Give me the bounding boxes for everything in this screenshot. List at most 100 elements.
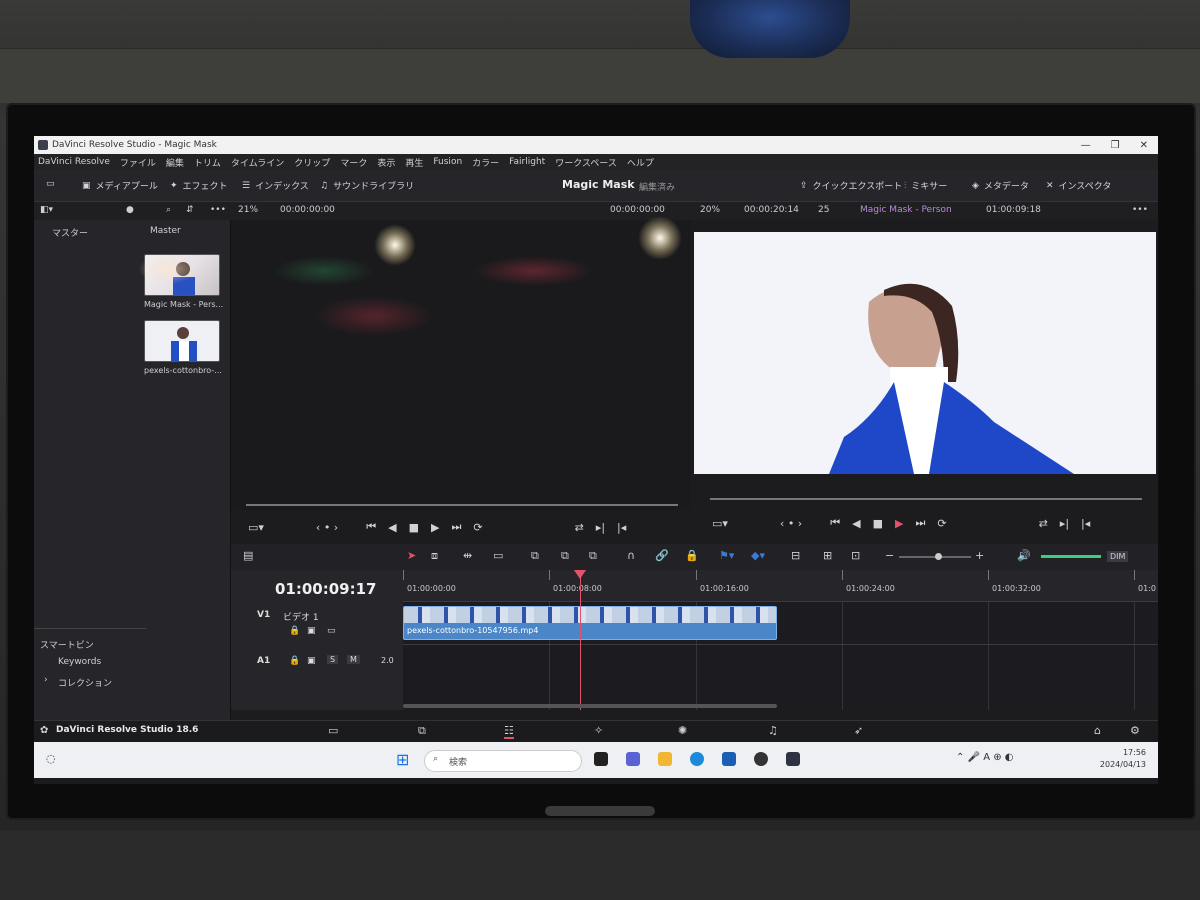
zoom-full-icon[interactable]: ⊟ <box>791 549 800 562</box>
menu-fairlight[interactable]: Fairlight <box>509 157 545 167</box>
track-visibility-icon[interactable]: ▭ <box>327 626 336 636</box>
mark-out-icon[interactable]: ▸| <box>596 521 605 534</box>
source-scrub-bar[interactable] <box>246 504 678 506</box>
source-zoom[interactable]: 21% <box>238 205 258 215</box>
menu-color[interactable]: カラー <box>472 156 499 169</box>
mark-in-icon[interactable]: |◂ <box>617 521 626 534</box>
mixer-button[interactable]: ⫶ ミキサー <box>904 179 947 193</box>
deliver-page-icon[interactable]: ➶ <box>854 724 863 737</box>
minimize-button[interactable]: — <box>1081 140 1091 151</box>
davinci-taskbar-icon[interactable] <box>786 752 800 766</box>
timeline-scrollbar[interactable] <box>403 704 777 708</box>
clip-thumbnail[interactable] <box>144 254 220 296</box>
play-icon[interactable]: ▶ <box>431 521 439 534</box>
stop-icon[interactable]: ■ <box>409 521 419 534</box>
fairlight-page-icon[interactable]: ♫ <box>768 724 778 737</box>
video-clip[interactable]: pexels-cottonbro-10547956.mp4 <box>403 606 777 640</box>
cut-page-icon[interactable]: ⧉ <box>418 724 426 738</box>
overwrite-icon[interactable]: ⧉ <box>561 549 569 563</box>
media-pool-button[interactable]: ▣ メディアプール <box>82 179 158 193</box>
v1-track-name[interactable]: ビデオ 1 <box>283 610 319 623</box>
loop-icon[interactable]: ⟳ <box>473 521 482 534</box>
color-page-icon[interactable]: ✺ <box>678 724 687 737</box>
skip-forward-icon[interactable]: ⏭ <box>915 516 925 530</box>
jog-icon[interactable]: ‹ • › <box>316 521 338 534</box>
close-button[interactable]: ✕ <box>1140 140 1148 151</box>
search-icon[interactable]: ⌕ <box>166 205 171 215</box>
match-frame-icon[interactable]: ⇄ <box>575 521 584 534</box>
loop-icon[interactable]: ⟳ <box>937 517 946 530</box>
track-enable-icon[interactable]: ▣ <box>307 626 316 636</box>
home-icon[interactable]: ⌂ <box>1094 724 1101 737</box>
weather-icon[interactable]: ◌ <box>46 752 56 765</box>
crop-icon[interactable]: ▭▾ <box>712 517 728 530</box>
selection-tool-icon[interactable]: ➤ <box>407 549 416 562</box>
zoom-out-icon[interactable]: − <box>885 549 894 562</box>
step-back-icon[interactable]: ◀ <box>852 517 860 530</box>
settings-gear-icon[interactable]: ⚙ <box>1130 724 1140 737</box>
playhead-line[interactable] <box>580 570 581 710</box>
dim-button[interactable]: DIM <box>1107 551 1129 562</box>
task-view-icon[interactable] <box>594 752 608 766</box>
store-icon[interactable] <box>722 752 736 766</box>
inspector-button[interactable]: ✕ インスペクタ <box>1046 179 1111 193</box>
menu-clip[interactable]: クリップ <box>294 156 330 169</box>
zoom-in-icon[interactable]: + <box>975 549 984 562</box>
effects-button[interactable]: ✦ エフェクト <box>170 179 228 193</box>
dynamic-trim-icon[interactable]: ⇹ <box>463 549 472 562</box>
windows-start-icon[interactable]: ⊞ <box>396 750 409 769</box>
keywords-item[interactable]: Keywords <box>58 657 101 667</box>
skip-back-icon[interactable]: ⏮ <box>366 520 376 534</box>
tray-icons[interactable]: ⌃ 🎤 A ⊕ ◐ <box>956 752 1014 763</box>
mark-in-icon[interactable]: |◂ <box>1081 517 1090 530</box>
trim-tool-icon[interactable]: ⧈ <box>431 549 438 563</box>
flag-icon[interactable]: ⚑▾ <box>719 549 734 562</box>
volume-slider[interactable] <box>1041 555 1101 558</box>
quick-export-button[interactable]: ⇪ クイックエクスポート <box>800 179 902 193</box>
clip-thumbnail[interactable] <box>144 320 220 362</box>
snapping-icon[interactable]: ∩ <box>627 549 635 562</box>
menu-davinci[interactable]: DaVinci Resolve <box>38 157 110 167</box>
insert-icon[interactable]: ⧉ <box>531 549 539 563</box>
skip-forward-icon[interactable]: ⏭ <box>451 520 461 534</box>
more-icon[interactable]: ••• <box>210 205 226 215</box>
track-enable-icon[interactable]: ▣ <box>307 656 316 666</box>
track-lock-icon[interactable]: 🔒 <box>289 656 300 666</box>
sort-icon[interactable]: ⇵ <box>186 205 194 215</box>
xbox-icon[interactable] <box>754 752 768 766</box>
timeline-ruler[interactable]: 01:00:00:00 01:00:08:00 01:00:16:00 01:0… <box>403 570 1158 602</box>
playhead-handle[interactable] <box>574 570 586 579</box>
zoom-custom-icon[interactable]: ⊡ <box>851 549 860 562</box>
sound-library-button[interactable]: ♫ サウンドライブラリ <box>320 179 414 193</box>
match-frame-icon[interactable]: ⇄ <box>1039 517 1048 530</box>
metadata-button[interactable]: ◈ メタデータ <box>972 179 1029 193</box>
frame-icon[interactable]: ▭▾ <box>248 521 264 534</box>
options-icon[interactable]: ••• <box>1132 205 1148 215</box>
program-zoom[interactable]: 20% <box>700 205 720 215</box>
zoom-slider-handle[interactable] <box>935 553 942 560</box>
marker-icon[interactable]: ◆▾ <box>751 549 765 562</box>
menu-view[interactable]: 表示 <box>377 156 395 169</box>
system-clock[interactable]: 17:56 2024/04/13 <box>1100 747 1146 771</box>
track-lock-icon[interactable]: 🔒 <box>289 626 300 636</box>
menu-help[interactable]: ヘルプ <box>627 156 654 169</box>
program-scrub-bar[interactable] <box>710 498 1142 500</box>
zoom-detail-icon[interactable]: ⊞ <box>823 549 832 562</box>
edit-page-icon[interactable]: ☷ <box>504 724 514 739</box>
media-page-icon[interactable]: ▭ <box>328 724 338 737</box>
monitor-icon[interactable]: ▭ <box>46 179 55 189</box>
chat-icon[interactable] <box>626 752 640 766</box>
timeline-name[interactable]: Magic Mask - Person <box>860 205 952 215</box>
layout-icon[interactable]: ◧▾ <box>40 205 53 215</box>
file-explorer-icon[interactable] <box>658 752 672 766</box>
timeline-view-icon[interactable]: ▤ <box>243 549 253 562</box>
replace-icon[interactable]: ⧉ <box>589 549 597 563</box>
chevron-right-icon[interactable]: › <box>44 675 48 685</box>
timeline-area[interactable]: 01:00:00:00 01:00:08:00 01:00:16:00 01:0… <box>403 570 1158 710</box>
collection-item[interactable]: コレクション <box>58 676 112 689</box>
blade-tool-icon[interactable]: ▭ <box>493 549 503 562</box>
edge-browser-icon[interactable] <box>690 752 704 766</box>
jog-icon[interactable]: ‹ • › <box>780 517 802 530</box>
volume-icon[interactable]: 🔊 <box>1017 549 1031 562</box>
step-back-icon[interactable]: ◀ <box>388 521 396 534</box>
